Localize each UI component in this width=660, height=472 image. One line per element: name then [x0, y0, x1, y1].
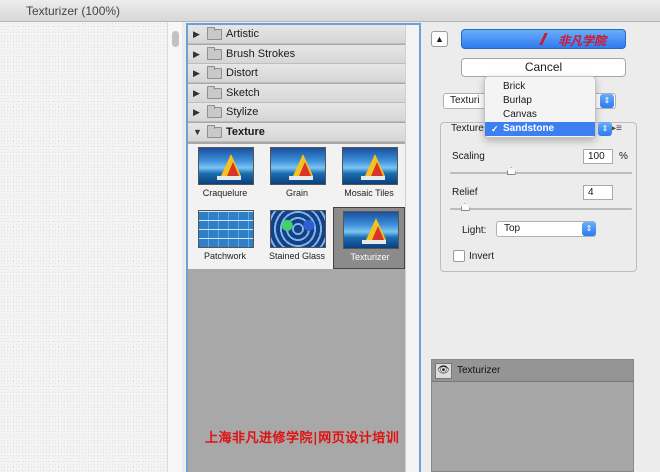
- filter-patchwork[interactable]: Patchwork: [189, 207, 261, 269]
- light-stepper-icon[interactable]: ⇕: [582, 222, 596, 236]
- category-label: Artistic: [226, 28, 259, 40]
- category-label: Distort: [226, 67, 258, 79]
- light-select[interactable]: Top: [496, 221, 596, 237]
- effect-layer-label: Texturizer: [457, 365, 501, 376]
- gallery-scrollbar[interactable]: [405, 25, 419, 472]
- filter-grain[interactable]: Grain: [261, 144, 333, 206]
- folder-icon: [207, 85, 222, 99]
- relief-input[interactable]: 4: [583, 185, 613, 200]
- logo-mark-icon: [539, 33, 559, 45]
- collapse-gallery-button[interactable]: ▲: [431, 31, 448, 47]
- scrollbar-thumb[interactable]: [172, 31, 179, 47]
- ok-button[interactable]: 非凡学院: [461, 29, 626, 49]
- texturizer-thumbnail: [343, 211, 399, 249]
- window-titlebar: Texturizer (100%): [0, 0, 660, 22]
- texture-option-burlap[interactable]: Burlap: [485, 94, 595, 108]
- scaling-slider-track[interactable]: [450, 172, 632, 174]
- scaling-label: Scaling: [452, 151, 485, 162]
- texture-option-sandstone[interactable]: ✓ Sandstone: [485, 122, 595, 136]
- category-label: Sketch: [226, 86, 260, 99]
- category-stylize[interactable]: ▶ Stylize: [188, 103, 407, 122]
- texture-option-brick[interactable]: Brick: [485, 80, 595, 94]
- texture-option-label: Sandstone: [503, 123, 555, 134]
- relief-label: Relief: [452, 187, 478, 198]
- disclosure-triangle-icon: ▶: [193, 107, 200, 117]
- texture-thumbnails: Craquelure Grain Mosaic Tiles Patchwork …: [188, 144, 407, 269]
- grain-thumbnail: [270, 147, 326, 185]
- relief-slider-track[interactable]: [450, 208, 632, 210]
- invert-checkbox[interactable]: [453, 250, 465, 262]
- disclosure-triangle-icon: ▶: [193, 87, 200, 98]
- texture-option-canvas[interactable]: Canvas: [485, 108, 595, 122]
- filter-stained-glass[interactable]: Stained Glass: [261, 207, 333, 269]
- folder-icon: [207, 105, 222, 118]
- filter-craquelure[interactable]: Craquelure: [189, 144, 261, 206]
- light-label: Light:: [462, 225, 487, 236]
- checkmark-icon: ✓: [491, 124, 499, 134]
- scaling-unit: %: [619, 151, 628, 162]
- filter-texturizer[interactable]: Texturizer: [333, 207, 405, 269]
- filter-label: Grain: [285, 188, 308, 198]
- light-select-value: Top: [504, 223, 521, 234]
- preview-scrollbar[interactable]: [167, 22, 182, 472]
- texture-label: Texture: [451, 123, 487, 134]
- invert-label: Invert: [469, 251, 495, 262]
- filter-label: Craquelure: [202, 188, 248, 198]
- stained-glass-thumbnail: [270, 210, 326, 248]
- folder-icon: [207, 66, 222, 79]
- disclosure-triangle-icon: ▶: [193, 68, 200, 78]
- image-preview[interactable]: [0, 22, 182, 472]
- chevron-up-icon: ▲: [435, 34, 444, 44]
- patchwork-thumbnail: [198, 210, 254, 248]
- category-sketch[interactable]: ▶ Sketch: [188, 83, 407, 103]
- folder-icon: [207, 46, 222, 60]
- effect-layer-row[interactable]: 👁 Texturizer: [432, 360, 633, 382]
- effect-layers-panel: 👁 Texturizer: [431, 359, 634, 472]
- category-artistic[interactable]: ▶ Artistic: [188, 25, 407, 44]
- category-distort[interactable]: ▶ Distort: [188, 64, 407, 83]
- disclosure-triangle-icon: ▶: [193, 29, 200, 39]
- filter-label: Stained Glass: [268, 251, 326, 261]
- filter-select-stepper-icon[interactable]: ⇕: [600, 94, 614, 108]
- open-folder-icon: [207, 124, 222, 138]
- craquelure-thumbnail: [198, 147, 254, 185]
- ok-button-logo: 非凡学院: [558, 34, 607, 48]
- filter-label: Mosaic Tiles: [344, 188, 394, 198]
- scaling-input[interactable]: 100: [583, 149, 613, 164]
- window-title: Texturizer (100%): [26, 4, 121, 18]
- filter-gallery: ▶ Artistic ▶ Brush Strokes ▶ Distort ▶ S…: [186, 23, 421, 472]
- category-texture[interactable]: ▼ Texture: [188, 122, 407, 142]
- cancel-button[interactable]: Cancel: [461, 58, 626, 77]
- disclosure-open-icon: ▼: [193, 126, 202, 137]
- watermark-text: 上海非凡进修学院|网页设计培训: [205, 431, 400, 446]
- filter-label: Texturizer: [350, 252, 390, 262]
- texture-stepper-icon[interactable]: ⇕: [598, 122, 612, 136]
- eye-icon[interactable]: 👁: [435, 363, 452, 379]
- filter-label: Patchwork: [203, 251, 247, 261]
- category-brush-strokes[interactable]: ▶ Brush Strokes: [188, 44, 407, 64]
- filter-mosaic-tiles[interactable]: Mosaic Tiles: [333, 144, 405, 206]
- mosaic-tiles-thumbnail: [342, 147, 398, 185]
- disclosure-triangle-icon: ▶: [193, 48, 200, 59]
- texture-dropdown-menu: Brick Burlap Canvas ✓ Sandstone: [484, 76, 596, 138]
- category-label: Stylize: [226, 106, 259, 118]
- folder-icon: [207, 27, 222, 40]
- filter-select-value: Texturi: [450, 95, 480, 106]
- category-label: Texture: [226, 125, 265, 138]
- category-label: Brush Strokes: [226, 47, 296, 60]
